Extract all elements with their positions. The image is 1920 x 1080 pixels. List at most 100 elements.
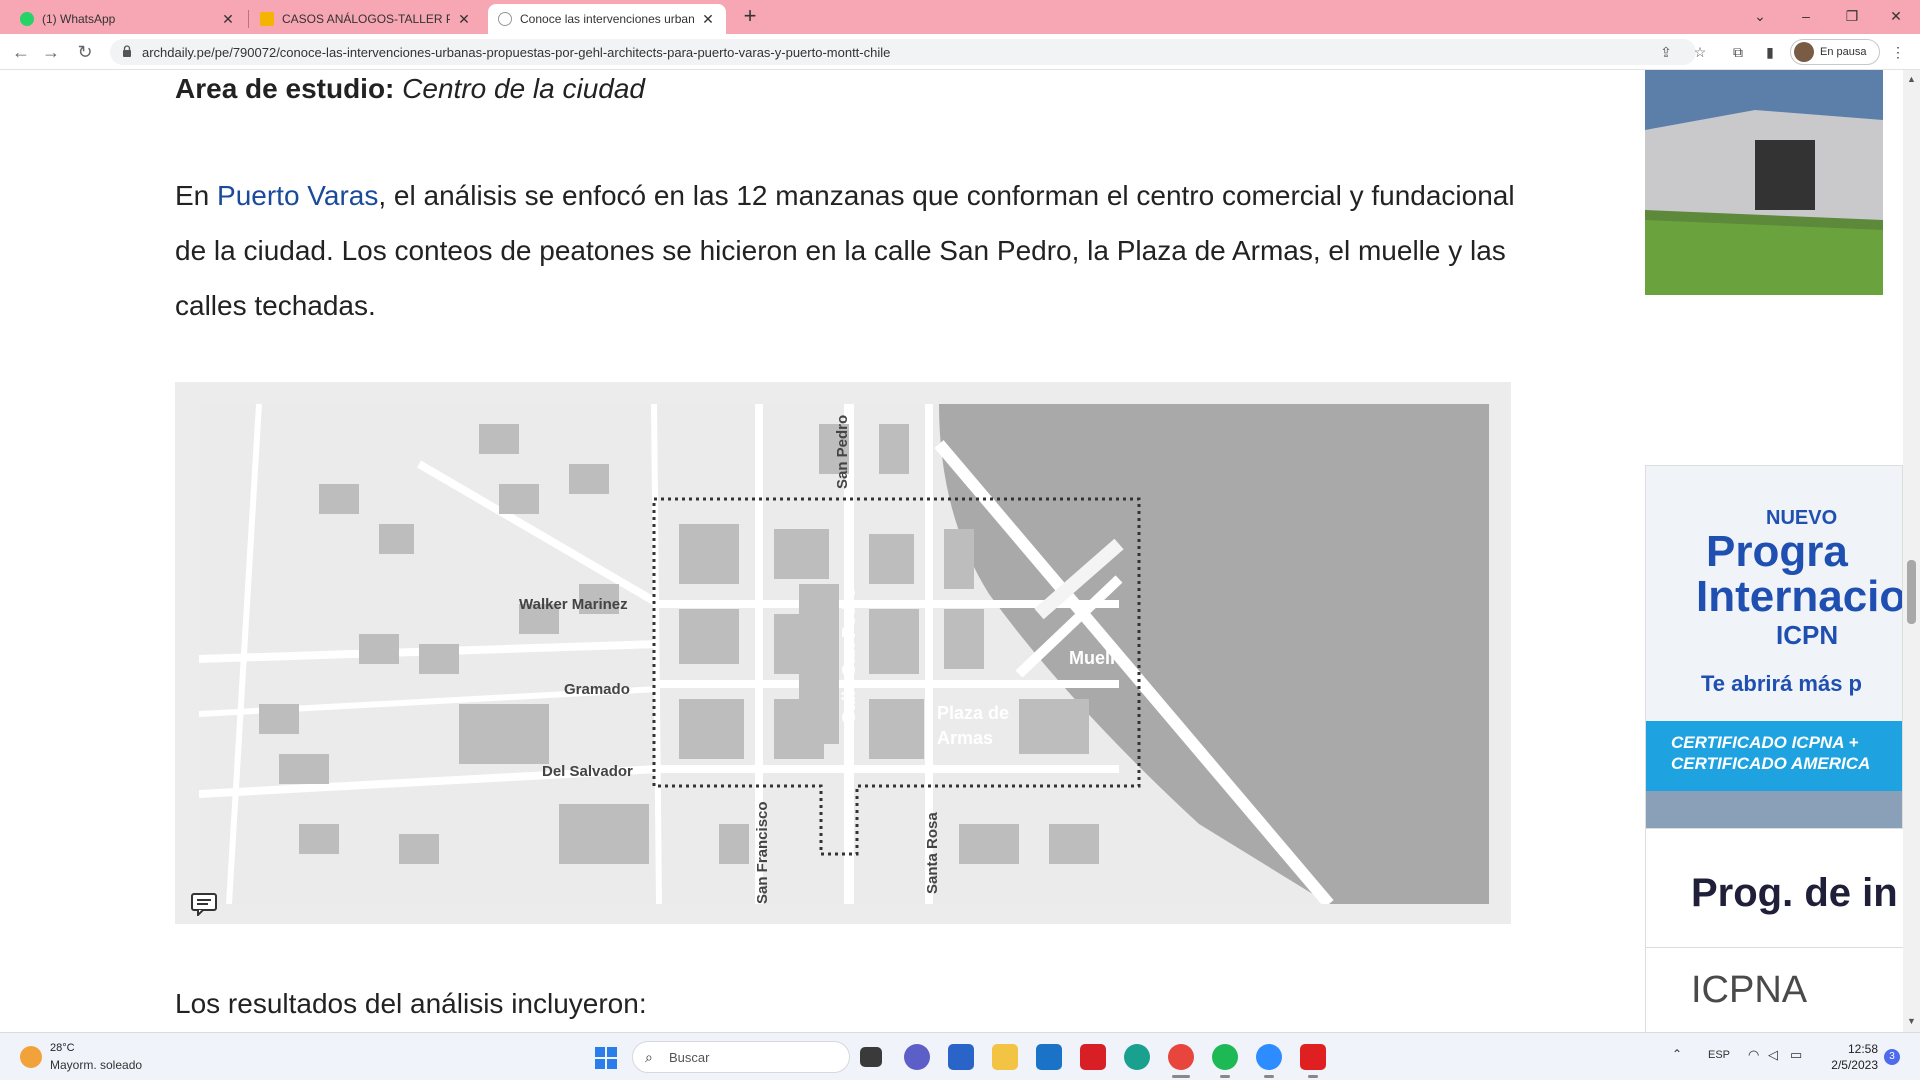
whatsapp-icon [20, 12, 34, 26]
label-calle-san-pedro: Calle San Pedro [839, 587, 859, 724]
label-santa-rosa: Santa Rosa [924, 812, 941, 894]
puerto-varas-link[interactable]: Puerto Varas [217, 180, 378, 211]
study-area-line: Area de estudio: Centro de la ciudad [175, 73, 645, 105]
forward-icon[interactable]: → [38, 40, 64, 64]
weather-temperature[interactable]: 28°C [50, 1042, 75, 1054]
svg-text:CERTIFICADO AMERICA: CERTIFICADO AMERICA [1671, 754, 1870, 773]
browser-toolbar: ← → ↻ archdaily.pe/pe/790072/conoce-las-… [0, 34, 1920, 70]
svg-text:ICPN: ICPN [1776, 620, 1838, 650]
spotify-running-indicator [1220, 1075, 1230, 1078]
results-heading: Los resultados del análisis incluyeron: [175, 988, 647, 1019]
page-scrollbar[interactable]: ▲ ▼ [1903, 70, 1920, 1032]
weather-sun-icon[interactable] [20, 1046, 42, 1068]
study-area-map: San Pedro Walker Marinez Gramado Del Sal… [199, 404, 1489, 904]
search-icon: ⌕ [645, 1049, 653, 1065]
search-label: Buscar [669, 1050, 710, 1065]
avatar [1794, 42, 1814, 62]
minimize-icon[interactable]: – [1786, 4, 1826, 28]
netflix-icon[interactable] [1080, 1044, 1106, 1070]
tab-separator [248, 10, 249, 28]
clock-date[interactable]: 2/5/2023 [1826, 1058, 1878, 1072]
language-indicator[interactable]: ESP [1708, 1049, 1730, 1061]
svg-text:Progra: Progra [1706, 527, 1848, 576]
back-icon[interactable]: ← [8, 40, 34, 64]
map-figure[interactable]: San Pedro Walker Marinez Gramado Del Sal… [175, 382, 1511, 924]
chrome-active-indicator [1172, 1075, 1190, 1078]
battery-icon[interactable]: ▭ [1790, 1047, 1802, 1063]
menu-icon[interactable]: ⋮ [1888, 42, 1908, 62]
profile-label: En pausa [1820, 46, 1867, 58]
label-plaza-de: Plaza de [937, 703, 1009, 723]
tab-search-icon[interactable]: ⌄ [1740, 4, 1780, 28]
label-walker-marinez: Walker Marinez [519, 596, 628, 613]
acrobat-icon[interactable] [1300, 1044, 1326, 1070]
scroll-down-icon[interactable]: ▼ [1906, 1016, 1917, 1026]
restore-icon[interactable]: ❐ [1832, 4, 1872, 28]
edge-icon[interactable] [1124, 1044, 1150, 1070]
chrome-icon[interactable] [1168, 1044, 1194, 1070]
study-area-value: Centro de la ciudad [402, 73, 645, 104]
comment-icon[interactable] [190, 892, 218, 916]
scroll-thumb[interactable] [1907, 560, 1916, 624]
store-icon[interactable] [948, 1044, 974, 1070]
task-view-icon[interactable] [860, 1047, 882, 1067]
clock-time[interactable]: 12:58 [1848, 1042, 1878, 1056]
svg-text:NUEVO: NUEVO [1766, 507, 1837, 529]
windows-start-icon[interactable] [594, 1046, 618, 1070]
taskbar-search[interactable]: ⌕ Buscar [632, 1041, 850, 1073]
ad-banner: NUEVO Progra Internacio ICPN Te abrirá m… [1646, 466, 1903, 828]
profile-button[interactable]: En pausa [1790, 39, 1880, 65]
share-icon[interactable]: ⇪ [1656, 42, 1676, 62]
close-icon[interactable]: ✕ [456, 11, 472, 28]
scroll-up-icon[interactable]: ▲ [1906, 74, 1917, 84]
tab-casos-analogos[interactable]: CASOS ANÁLOGOS-TALLER PRE ✕ [250, 4, 482, 34]
url-text: archdaily.pe/pe/790072/conoce-las-interv… [142, 45, 891, 60]
side-panel-icon[interactable]: ▮ [1760, 42, 1780, 62]
ad-icpna-text: ICPNA [1691, 969, 1808, 1011]
sidebar-ad-card[interactable]: Prog. de in ICPNA [1645, 829, 1904, 1032]
close-icon[interactable]: ✕ [700, 11, 716, 28]
zoom-icon[interactable] [1256, 1044, 1282, 1070]
tab-label: CASOS ANÁLOGOS-TALLER PRE [282, 12, 450, 26]
sidebar-ad-icpna[interactable]: NUEVO Progra Internacio ICPN Te abrirá m… [1645, 465, 1903, 829]
paragraph-prefix: En [175, 180, 218, 211]
divider [1646, 947, 1904, 948]
tray-overflow-icon[interactable]: ⌃ [1672, 1047, 1682, 1061]
file-explorer-icon[interactable] [992, 1044, 1018, 1070]
teams-chat-icon[interactable] [904, 1044, 930, 1070]
close-icon[interactable]: ✕ [220, 11, 236, 28]
tab-label: Conoce las intervenciones urban [520, 12, 694, 26]
notification-badge[interactable]: 3 [1884, 1049, 1900, 1065]
wifi-icon[interactable]: ◠ [1748, 1047, 1759, 1063]
bookmark-star-icon[interactable]: ☆ [1690, 42, 1710, 62]
ad-artwork: NUEVO Progra Internacio ICPN Te abrirá m… [1646, 466, 1903, 828]
tab-whatsapp[interactable]: (1) WhatsApp ✕ [10, 4, 246, 34]
label-armas: Armas [937, 728, 993, 748]
building-photo [1645, 70, 1883, 295]
weather-description[interactable]: Mayorm. soleado [50, 1058, 142, 1072]
mail-icon[interactable] [1036, 1044, 1062, 1070]
label-del-salvador: Del Salvador [542, 763, 633, 780]
acrobat-running-indicator [1308, 1075, 1318, 1078]
sidebar-ad-image[interactable] [1645, 70, 1883, 295]
reload-icon[interactable]: ↻ [72, 40, 98, 64]
svg-text:Internacio: Internacio [1696, 572, 1903, 621]
zoom-running-indicator [1264, 1075, 1274, 1078]
extensions-icon[interactable]: ⧉ [1728, 42, 1748, 62]
slides-icon [260, 12, 274, 26]
label-san-francisco: San Francisco [754, 801, 771, 904]
web-page: Area de estudio: Centro de la ciudad En … [0, 70, 1920, 1032]
lock-icon [123, 45, 131, 57]
new-tab-button[interactable]: + [738, 5, 762, 29]
spotify-icon[interactable] [1212, 1044, 1238, 1070]
volume-icon[interactable]: ◁ [1768, 1047, 1778, 1063]
window-close-icon[interactable]: ✕ [1876, 4, 1916, 28]
label-san-pedro: San Pedro [834, 415, 851, 489]
tab-conoce-intervenciones[interactable]: Conoce las intervenciones urban ✕ [488, 4, 726, 34]
article-paragraph: En Puerto Varas, el análisis se enfocó e… [175, 168, 1515, 333]
label-muelle: Muelle [1069, 648, 1125, 668]
ad-prog-title: Prog. de in [1691, 871, 1898, 915]
svg-text:CERTIFICADO ICPNA +: CERTIFICADO ICPNA + [1671, 733, 1859, 752]
address-bar[interactable]: archdaily.pe/pe/790072/conoce-las-interv… [110, 39, 1706, 65]
windows-taskbar: 28°C Mayorm. soleado ⌕ Buscar ⌃ ESP ◠ ◁ … [0, 1032, 1920, 1080]
